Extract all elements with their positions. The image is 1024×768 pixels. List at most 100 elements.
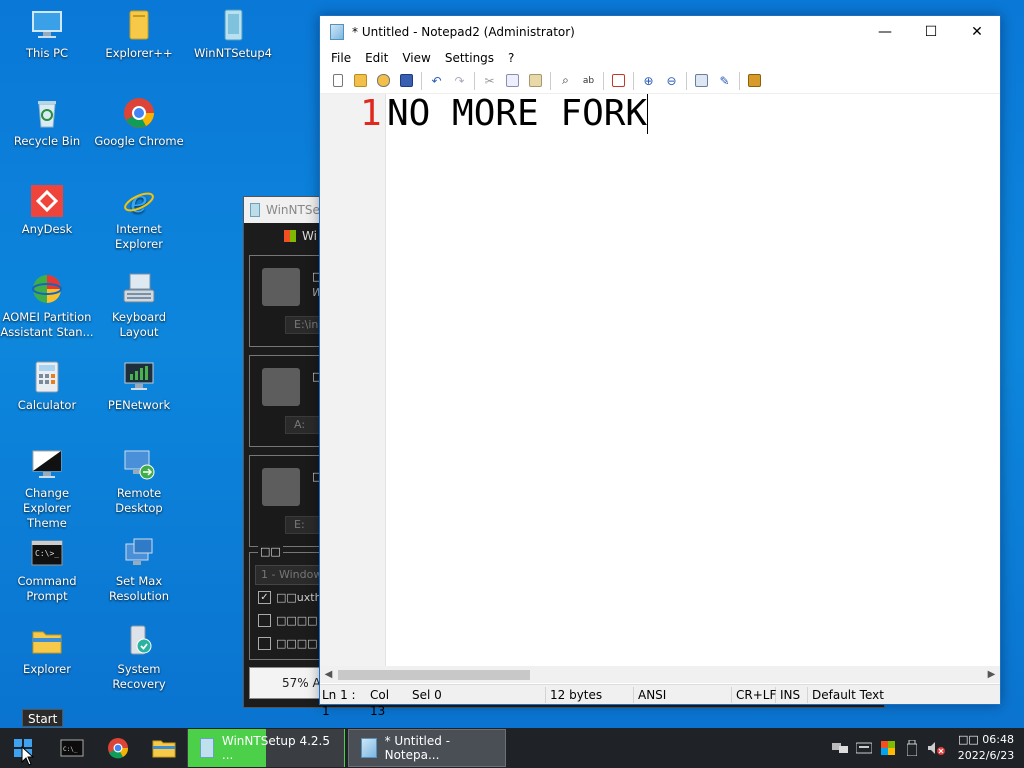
redo-icon[interactable]: ↷	[448, 70, 471, 92]
taskbar-task-notepad2[interactable]: * Untitled - Notepa...	[348, 729, 506, 767]
status-insert-mode: INS	[776, 686, 808, 703]
menu-file[interactable]: File	[324, 51, 358, 65]
word-wrap-icon[interactable]	[607, 70, 630, 92]
menu-edit[interactable]: Edit	[358, 51, 395, 65]
horizontal-scrollbar[interactable]: ◀ ▶	[320, 666, 1000, 683]
anydesk-shortcut[interactable]: AnyDesk	[0, 184, 94, 237]
keyboard-layout-shortcut[interactable]: Keyboard Layout	[92, 272, 186, 340]
copy-icon[interactable]	[501, 70, 524, 92]
anydesk-icon	[30, 184, 64, 218]
save-icon[interactable]	[395, 70, 418, 92]
icon-label: Calculator	[17, 398, 77, 412]
windows-logo-icon	[284, 230, 296, 242]
replace-icon[interactable]: ab	[577, 70, 600, 92]
exit-icon[interactable]	[743, 70, 766, 92]
find-icon[interactable]: ⌕	[554, 70, 577, 92]
checkbox-1[interactable]: ✓	[258, 591, 271, 604]
notepad2-titlebar[interactable]: * Untitled - Notepad2 (Administrator) — …	[320, 16, 1000, 48]
notepad-icon	[330, 24, 344, 40]
this-pc-shortcut[interactable]: This PC	[0, 8, 94, 61]
internet-explorer-shortcut[interactable]: e Internet Explorer	[92, 184, 186, 252]
install-drive-icon	[262, 468, 300, 506]
google-chrome-shortcut[interactable]: Google Chrome	[92, 96, 186, 149]
zoom-in-icon[interactable]: ⊕	[637, 70, 660, 92]
scrollbar-thumb[interactable]	[338, 670, 530, 680]
close-button[interactable]: ✕	[954, 16, 1000, 48]
maximize-button[interactable]: ☐	[908, 16, 954, 48]
color-scheme-icon[interactable]	[876, 728, 900, 768]
cut-icon[interactable]: ✂	[478, 70, 501, 92]
menu-settings[interactable]: Settings	[438, 51, 501, 65]
notepad2-window[interactable]: * Untitled - Notepad2 (Administrator) — …	[319, 15, 1001, 718]
explorerpp-shortcut[interactable]: Explorer++	[92, 8, 186, 61]
browse-icon[interactable]	[372, 70, 395, 92]
menu-view[interactable]: View	[395, 51, 437, 65]
chrome-icon	[108, 738, 129, 759]
menu-bar: File Edit View Settings ?	[320, 48, 1000, 68]
text-editor[interactable]: 1 NO MORE FORK	[320, 94, 1000, 666]
recycle-bin-icon	[30, 96, 64, 130]
status-eol: CR+LF	[732, 686, 776, 703]
paste-icon[interactable]	[524, 70, 547, 92]
zoom-out-icon[interactable]: ⊖	[660, 70, 683, 92]
usb-drive-icon[interactable]	[900, 728, 924, 768]
icon-label: System Recovery	[112, 662, 166, 691]
notepad-icon	[361, 738, 377, 758]
keyboard-icon[interactable]	[852, 728, 876, 768]
recycle-bin-shortcut[interactable]: Recycle Bin	[0, 96, 94, 149]
toolbar-separator	[603, 71, 604, 90]
taskbar-explorer-button[interactable]	[142, 728, 186, 768]
change-explorer-theme-shortcut[interactable]: Change Explorer Theme	[0, 448, 94, 531]
folder-icon	[122, 8, 156, 42]
scroll-left-icon[interactable]: ◀	[320, 666, 337, 683]
taskbar-task-winntsetup[interactable]: WinNTSetup 4.2.5 ...	[187, 729, 345, 767]
scroll-right-icon[interactable]: ▶	[983, 666, 1000, 683]
checkbox-3[interactable]	[258, 637, 271, 650]
svg-text:C:\_: C:\_	[63, 746, 78, 753]
terminal-icon: C:\>_	[30, 536, 64, 570]
window-title: * Untitled - Notepad2 (Administrator)	[352, 25, 575, 39]
toolbar-separator	[686, 71, 687, 90]
calculator-shortcut[interactable]: Calculator	[0, 360, 94, 413]
setup-icon	[200, 738, 214, 758]
system-recovery-shortcut[interactable]: System Recovery	[92, 624, 186, 692]
customize-scheme-icon[interactable]: ✎	[713, 70, 736, 92]
setup-icon	[250, 203, 260, 217]
taskbar-chrome-button[interactable]	[96, 728, 140, 768]
menu-help[interactable]: ?	[501, 51, 521, 65]
minimize-button[interactable]: —	[862, 16, 908, 48]
set-max-resolution-shortcut[interactable]: Set Max Resolution	[92, 536, 186, 604]
icon-label: PENetwork	[107, 398, 171, 412]
new-file-icon[interactable]	[326, 70, 349, 92]
scheme-icon[interactable]	[690, 70, 713, 92]
winntsetup-shortcut[interactable]: WinNTSetup4	[186, 8, 280, 61]
internet-explorer-icon: e	[122, 184, 156, 220]
checkbox-3-label: □□□□	[276, 637, 318, 650]
command-prompt-shortcut[interactable]: C:\>_ Command Prompt	[0, 536, 94, 604]
toolbar-separator	[550, 71, 551, 90]
editor-line[interactable]: NO MORE FORK	[387, 94, 649, 134]
aomei-partition-shortcut[interactable]: AOMEI Partition Assistant Stan...	[0, 272, 94, 340]
remote-desktop-shortcut[interactable]: Remote Desktop	[92, 448, 186, 516]
toolbar-separator	[474, 71, 475, 90]
status-column: Col 13	[370, 687, 390, 718]
terminal-icon: C:\_	[60, 739, 84, 757]
clock[interactable]: □□ 06:48 2022/6/23	[948, 732, 1024, 764]
line-number: 1	[360, 93, 382, 134]
open-folder-icon[interactable]	[349, 70, 372, 92]
taskbar-cmd-button[interactable]: C:\_	[50, 728, 94, 768]
network-icon[interactable]	[828, 728, 852, 768]
undo-icon[interactable]: ↶	[425, 70, 448, 92]
system-tray: □□ 06:48 2022/6/23	[828, 728, 1024, 768]
toolbar: ↶ ↷ ✂ ⌕ ab ⊕ ⊖ ✎	[320, 68, 1000, 94]
explorer-shortcut[interactable]: Explorer	[0, 624, 94, 677]
clock-time: □□ 06:48	[958, 733, 1014, 746]
volume-muted-icon[interactable]	[924, 728, 948, 768]
status-selection: Sel 0	[410, 686, 546, 703]
line-number-gutter	[320, 94, 386, 666]
start-tooltip: Start	[22, 709, 64, 727]
task-label: * Untitled - Notepa...	[384, 734, 451, 762]
penetwork-shortcut[interactable]: PENetwork	[92, 360, 186, 413]
checkbox-2-label: □□□□	[276, 614, 318, 627]
checkbox-2[interactable]	[258, 614, 271, 627]
